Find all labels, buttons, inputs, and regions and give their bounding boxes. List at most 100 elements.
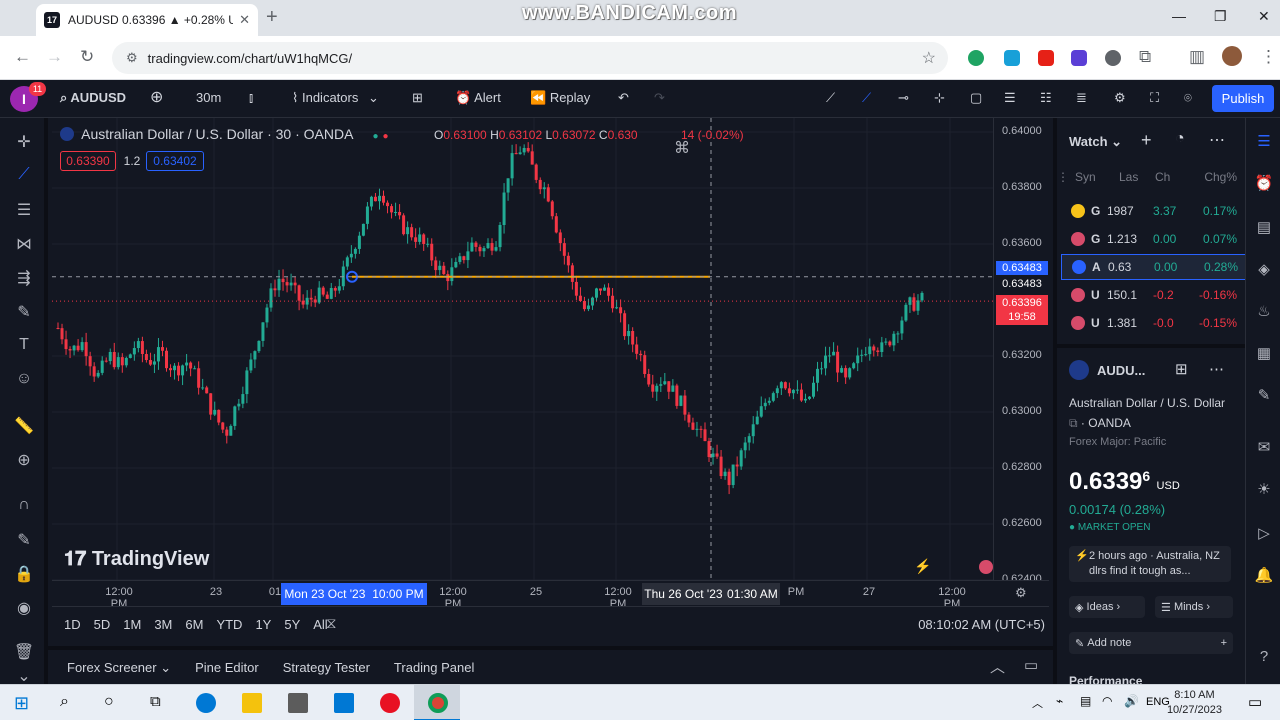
grid-view-icon[interactable]: ⊞ [1175, 360, 1188, 378]
chart-legend[interactable]: Australian Dollar / U.S. Dollar · 30 · O… [60, 126, 389, 142]
search-icon[interactable]: ⌕ [60, 693, 80, 713]
help-icon[interactable]: ? [1254, 648, 1274, 665]
detail-symbol[interactable]: AUDU... [1069, 360, 1145, 380]
buy-button[interactable]: 0.63402 [146, 151, 204, 171]
url-field[interactable]: ⚙ tradingview.com/chart/uW1hqMCG/ ☆ [112, 42, 948, 74]
restore-icon[interactable]: ❐ [1214, 8, 1227, 25]
fullscreen-icon[interactable]: ⛶ [1150, 90, 1159, 106]
windows-start-icon[interactable]: ⊞ [14, 693, 34, 713]
range-button-5d[interactable]: 5D [94, 617, 111, 632]
parallel-channel-icon[interactable]: ☰ [1004, 90, 1016, 106]
redo-icon[interactable]: ↷ [654, 90, 665, 106]
chart-pane[interactable]: Australian Dollar / U.S. Dollar · 30 · O… [52, 118, 993, 580]
chart-type-candles-icon[interactable]: ⫾ [249, 90, 253, 106]
pattern-tool-icon[interactable]: ⋈ [12, 234, 36, 254]
maximize-panel-icon[interactable]: ▭ [1024, 656, 1038, 674]
crosshair-icon[interactable]: ✛ [12, 132, 36, 152]
hotlist-flame-icon[interactable]: ♨ [1254, 302, 1274, 320]
action-center-icon[interactable]: ▭ [1248, 693, 1262, 711]
taskbar-clock[interactable]: 8:10 AM 10/27/2023 [1167, 688, 1222, 718]
new-tab-icon[interactable]: + [266, 6, 278, 29]
col-change-pct[interactable]: Chg% [1199, 170, 1237, 184]
browser-tab[interactable]: 17 AUDUSD 0.63396 ▲ +0.28% U ✕ [36, 4, 258, 36]
tray-network-icon[interactable]: ▤ [1080, 694, 1091, 708]
watchlist-details-icon[interactable]: ◔ [1175, 130, 1185, 148]
emoji-icon[interactable]: ☺ [12, 370, 36, 388]
file-explorer-icon[interactable] [242, 693, 262, 713]
cortana-icon[interactable]: ○ [104, 693, 124, 713]
axis-settings-gear-icon[interactable]: ⚙ [1015, 585, 1027, 601]
edge-icon[interactable] [196, 693, 216, 713]
tray-chevron-up-icon[interactable]: ︿ [1032, 695, 1043, 711]
time-axis[interactable]: 12:00 PM 23 01 12:00 PM 25 12:00 PM PM 27 12:00 … [52, 580, 1049, 610]
regression-icon[interactable]: ☷ [1040, 90, 1052, 106]
bookmark-star-icon[interactable]: ☆ [922, 48, 936, 68]
timezone-clock[interactable]: 08:10:02 AM (UTC+5) [918, 617, 1045, 632]
datawindow-icon[interactable]: ▤ [1254, 218, 1274, 236]
publish-button[interactable]: Publish [1212, 85, 1274, 112]
tab-trading-panel[interactable]: Trading Panel [394, 660, 474, 676]
grammarly-extension-icon[interactable] [968, 50, 984, 66]
play-icon[interactable]: ▷ [1254, 524, 1274, 542]
ray-tool-icon[interactable]: ⟋ [862, 90, 871, 106]
range-button-3m[interactable]: 3M [154, 617, 172, 632]
news-headline[interactable]: ⚡ 2 hours ago · Australia, NZ dlrs find … [1069, 546, 1231, 582]
fib-retracement-icon[interactable]: ☰ [12, 200, 36, 220]
layers-icon[interactable]: ◈ [1254, 260, 1274, 278]
calendar-icon[interactable]: ▦ [1254, 344, 1274, 362]
minimize-icon[interactable]: — [1172, 8, 1186, 24]
expand-panel-icon[interactable]: ︿ [990, 656, 1005, 677]
replay-button[interactable]: ⏪ Replay [530, 90, 590, 106]
extension-icon[interactable] [1071, 50, 1087, 66]
idea-stream-icon[interactable]: ☀ [1254, 480, 1274, 498]
symbol-search-button[interactable]: ⌕ AUDUSD [60, 90, 126, 106]
store-icon[interactable] [288, 693, 308, 713]
bandicam-icon[interactable] [380, 693, 400, 713]
price-axis[interactable]: 0.64000 0.63800 0.63600 0.63200 0.63000 0.628… [993, 118, 1049, 585]
watchlist-row[interactable]: U 1.381 -0.0 -0.15% [1061, 310, 1247, 336]
robot-extension-icon[interactable] [1105, 50, 1121, 66]
site-info-icon[interactable]: ⚙ [126, 50, 138, 66]
notifications-bell-icon[interactable]: 🔔 [1254, 566, 1274, 584]
text-tool-icon[interactable]: T [12, 336, 36, 354]
add-note-button[interactable]: ✎ Add note + [1069, 632, 1233, 654]
extensions-puzzle-icon[interactable]: ⧉ [1139, 47, 1151, 67]
tray-usb-icon[interactable]: ⌁ [1056, 694, 1063, 708]
close-window-icon[interactable]: ✕ [1258, 8, 1270, 25]
col-change[interactable]: Ch [1155, 170, 1199, 184]
forward-icon[interactable]: → [46, 47, 63, 67]
minds-button[interactable]: ☰ Minds › [1155, 596, 1233, 618]
range-button-1d[interactable]: 1D [64, 617, 81, 632]
alert-button[interactable]: ⏰ Alert [455, 90, 501, 106]
watchlist-title[interactable]: Watch ⌄ [1069, 134, 1122, 150]
price-chart-svg[interactable] [52, 118, 993, 580]
range-button-ytd[interactable]: YTD [216, 617, 242, 632]
goto-date-icon[interactable]: ⧖ [326, 615, 337, 632]
col-last[interactable]: Las [1119, 170, 1155, 184]
prediction-tool-icon[interactable]: ⇶ [12, 268, 36, 288]
tray-volume-icon[interactable]: 🔊 [1124, 694, 1139, 708]
zoom-in-icon[interactable]: ⊕ [12, 450, 36, 470]
horizontal-ray-icon[interactable]: ⊹ [934, 90, 945, 106]
youtube-extension-icon[interactable] [1038, 50, 1054, 66]
watchlist-row[interactable]: G 1987 3.37 0.17% [1061, 198, 1247, 224]
compare-add-icon[interactable]: ⊕ [150, 87, 163, 107]
lock-icon[interactable]: 🔒 [12, 564, 36, 584]
external-link-icon[interactable]: ⧉ [1069, 416, 1078, 430]
side-panel-icon[interactable]: ▥ [1189, 47, 1205, 67]
range-button-1m[interactable]: 1M [123, 617, 141, 632]
task-view-icon[interactable]: ⧉ [150, 693, 170, 713]
detail-more-icon[interactable]: ⋯ [1209, 360, 1224, 378]
ruler-icon[interactable]: 📏 [12, 416, 36, 436]
eye-visibility-icon[interactable]: ◉ [12, 598, 36, 618]
horizontal-line-icon[interactable]: ⊸ [898, 90, 909, 106]
trendline-icon[interactable]: ⟋ [12, 166, 36, 184]
tray-wifi-icon[interactable]: ◠ [1102, 694, 1112, 708]
undo-icon[interactable]: ↶ [618, 90, 629, 106]
add-symbol-icon[interactable]: + [1141, 130, 1152, 151]
chat-icon[interactable]: ✉ [1254, 438, 1274, 456]
tab-strategy-tester[interactable]: Strategy Tester [283, 660, 370, 676]
interval-button[interactable]: 30m [196, 90, 221, 105]
watchlist-icon[interactable]: ☰ [1254, 132, 1274, 150]
range-button-6m[interactable]: 6M [185, 617, 203, 632]
